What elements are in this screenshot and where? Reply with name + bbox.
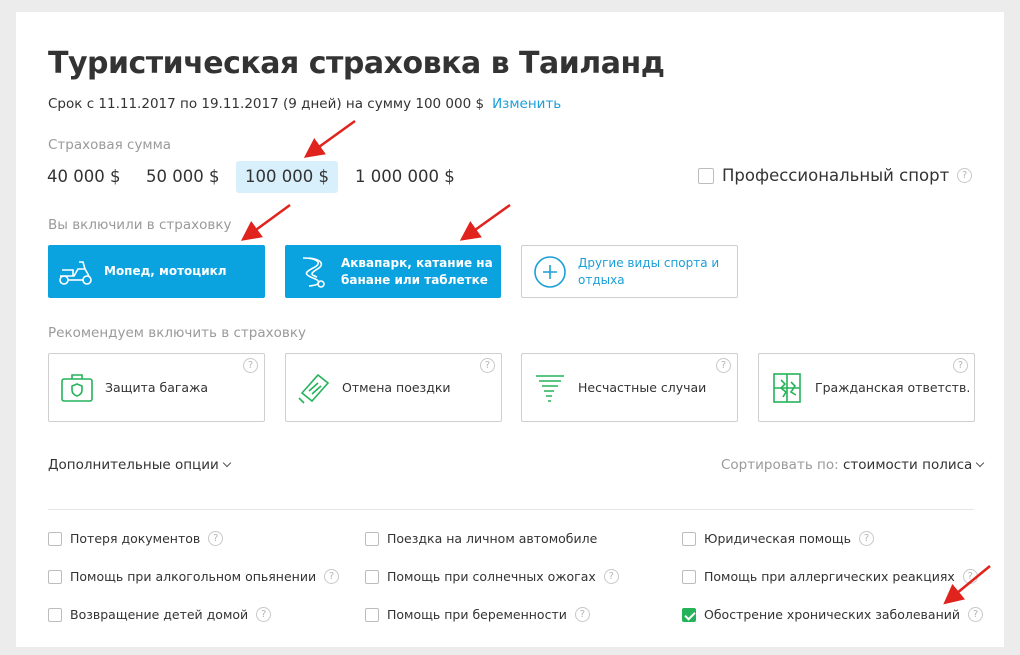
included-section-label: Вы включили в страховку (48, 217, 232, 233)
waterslide-icon (285, 254, 341, 290)
option-chronic-disease[interactable]: Обострение хронических заболеваний ? (682, 607, 983, 622)
period-summary: Срок с 11.11.2017 по 19.11.2017 (9 дней)… (48, 96, 561, 112)
sum-section-label: Страховая сумма (48, 137, 172, 153)
change-link[interactable]: Изменить (492, 96, 561, 112)
extra-options-label: Дополнительные опции (48, 457, 219, 473)
help-icon[interactable]: ? (243, 358, 258, 373)
sum-option-1000000[interactable]: 1 000 000 $ (346, 161, 464, 193)
chevron-down-icon (976, 458, 985, 468)
help-icon[interactable]: ? (953, 358, 968, 373)
included-moped-label: Мопед, мотоцикл (104, 264, 227, 278)
option-pregnancy-help[interactable]: Помощь при беременности ? (365, 607, 590, 622)
recommended-cancel-trip-card[interactable]: Отмена поездки ? (285, 353, 502, 422)
pro-sport-label: Профессиональный спорт (722, 166, 950, 185)
option-sunburn-help[interactable]: Помощь при солнечных ожогах ? (365, 569, 619, 584)
period-text: Срок с 11.11.2017 по 19.11.2017 (9 дней)… (48, 96, 485, 112)
help-icon[interactable]: ? (968, 607, 983, 622)
included-moped-card[interactable]: Мопед, мотоцикл (48, 245, 265, 298)
checkbox[interactable] (365, 607, 379, 622)
help-icon[interactable]: ? (574, 607, 590, 622)
insurance-panel: Туристическая страховка в Таиланд Срок с… (16, 12, 1004, 647)
recommended-luggage-card[interactable]: Защита багажа ? (48, 353, 265, 422)
option-alcohol-help[interactable]: Помощь при алкогольном опьянении ? (48, 569, 340, 584)
add-other-sports-label-line2: отдыха (578, 272, 625, 287)
recommended-accidents-card[interactable]: Несчастные случаи ? (521, 353, 738, 422)
sum-option-40000[interactable]: 40 000 $ (38, 161, 129, 193)
help-icon[interactable]: ? (480, 358, 495, 373)
option-label: Помощь при аллергических реакциях (704, 569, 955, 584)
pro-sport-option[interactable]: Профессиональный спорт ? (698, 166, 973, 185)
plus-circle-icon (522, 255, 578, 289)
option-label: Потеря документов (70, 531, 201, 546)
recommended-accidents-label: Несчастные случаи (578, 380, 707, 395)
option-label: Поездка на личном автомобиле (387, 531, 598, 546)
option-label: Помощь при беременности (387, 607, 567, 622)
help-icon[interactable]: ? (716, 358, 731, 373)
luggage-icon (49, 372, 105, 404)
help-icon[interactable]: ? (208, 531, 224, 546)
tornado-icon (522, 371, 578, 405)
ticket-icon (286, 371, 342, 405)
checkbox[interactable] (365, 569, 379, 584)
sort-dropdown[interactable]: стоимости полиса (843, 457, 985, 473)
included-waterpark-card[interactable]: Аквапарк, катание на банане или таблетке (285, 245, 501, 298)
option-legal-help[interactable]: Юридическая помощь ? (682, 531, 875, 546)
add-other-sports-card[interactable]: Другие виды спорта и отдыха (521, 245, 738, 298)
divider (48, 509, 974, 510)
help-icon[interactable]: ? (957, 168, 973, 183)
checkbox[interactable] (48, 569, 62, 584)
checkbox[interactable] (48, 531, 62, 546)
option-label: Возвращение детей домой (70, 607, 249, 622)
option-children-return[interactable]: Возвращение детей домой ? (48, 607, 272, 622)
help-icon[interactable]: ? (859, 531, 875, 546)
extra-options-toggle[interactable]: Дополнительные опции (48, 457, 232, 473)
recommended-section-label: Рекомендуем включить в страховку (48, 325, 306, 341)
recommended-cancel-trip-label: Отмена поездки (342, 380, 451, 395)
help-icon[interactable]: ? (603, 569, 619, 584)
option-label: Помощь при солнечных ожогах (387, 569, 596, 584)
page-title: Туристическая страховка в Таиланд (48, 46, 665, 81)
add-other-sports-label: Другие виды спорта и отдыха (578, 255, 719, 289)
option-personal-car[interactable]: Поездка на личном автомобиле (365, 531, 597, 546)
pro-sport-checkbox[interactable] (698, 167, 714, 184)
option-label: Обострение хронических заболеваний (704, 607, 960, 622)
add-other-sports-label-line1: Другие виды спорта и (578, 255, 720, 270)
option-allergy-help[interactable]: Помощь при аллергических реакциях ? (682, 569, 978, 584)
recommended-luggage-label: Защита багажа (105, 380, 209, 395)
sum-option-100000[interactable]: 100 000 $ (236, 161, 338, 193)
recommended-liability-card[interactable]: Гражданская ответств. ? (758, 353, 975, 422)
help-icon[interactable]: ? (962, 569, 978, 584)
checkbox[interactable] (48, 607, 62, 622)
help-icon[interactable]: ? (324, 569, 340, 584)
checkbox[interactable] (365, 531, 379, 546)
sort-label: Сортировать по: (721, 457, 839, 473)
broken-window-icon (759, 370, 815, 406)
moped-icon (48, 257, 104, 287)
sort-control: Сортировать по: стоимости полиса (721, 457, 985, 473)
option-label: Помощь при алкогольном опьянении (70, 569, 317, 584)
sum-option-50000[interactable]: 50 000 $ (137, 161, 228, 193)
checkbox[interactable] (682, 569, 696, 584)
checkbox[interactable] (682, 531, 696, 546)
checkbox-checked[interactable] (682, 607, 696, 622)
included-waterpark-label-line1: Аквапарк, катание на (341, 255, 493, 270)
chevron-down-icon (222, 458, 232, 468)
help-icon[interactable]: ? (256, 607, 272, 622)
included-waterpark-label-line2: банане или таблетке (341, 272, 488, 287)
recommended-liability-label: Гражданская ответств. (815, 380, 971, 395)
included-waterpark-label: Аквапарк, катание на банане или таблетке (341, 255, 493, 289)
sort-value: стоимости полиса (843, 457, 973, 473)
option-lost-documents[interactable]: Потеря документов ? (48, 531, 224, 546)
option-label: Юридическая помощь (704, 531, 852, 546)
